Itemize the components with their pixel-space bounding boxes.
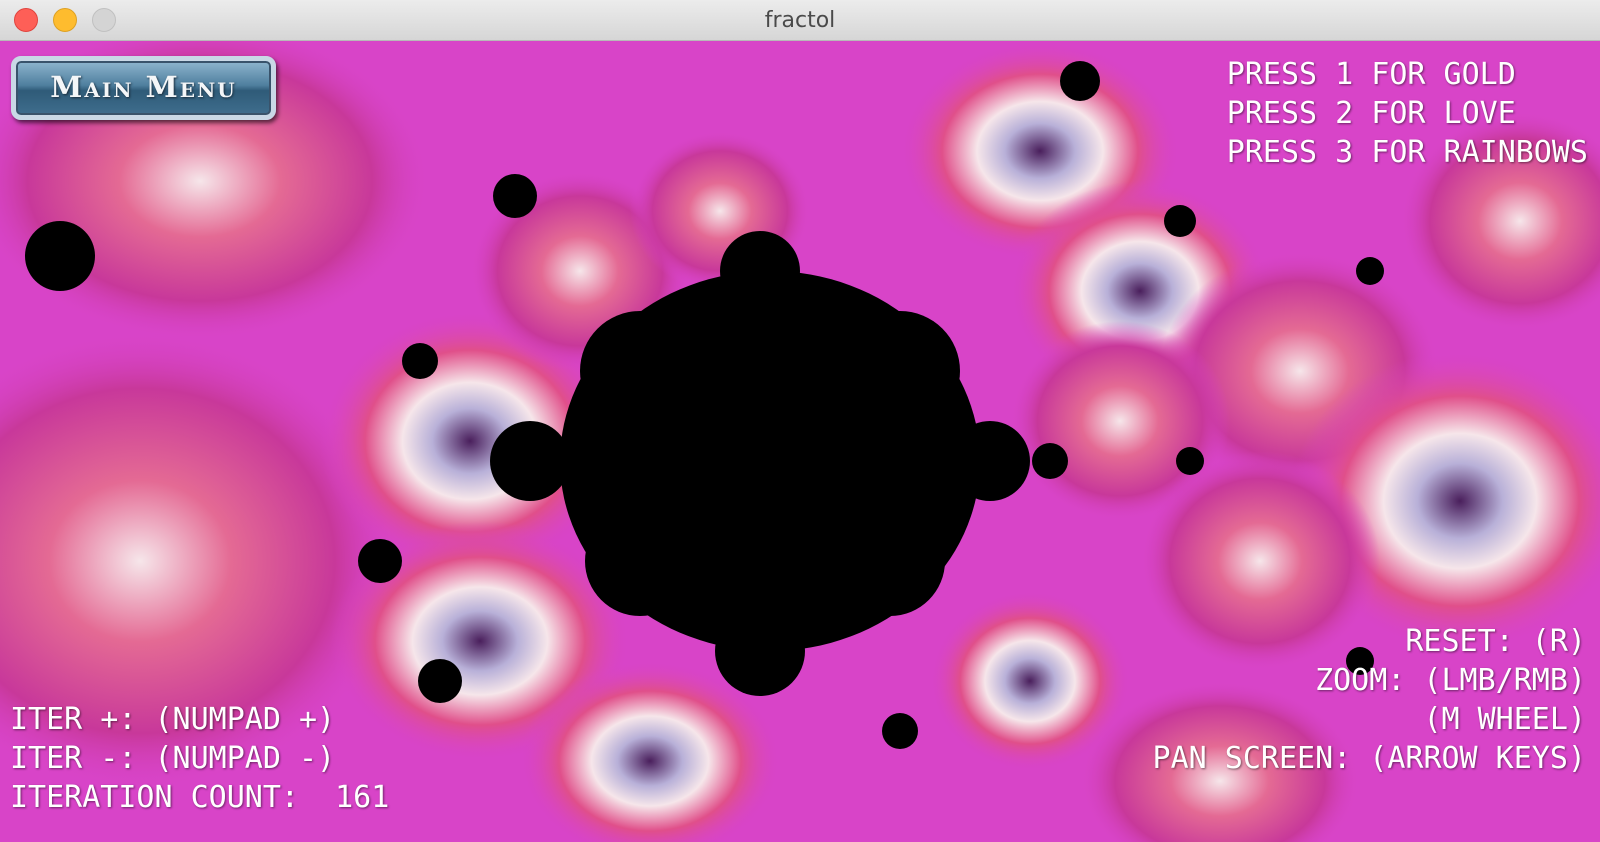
- mouse-wheel-hint: (M WHEEL): [1423, 702, 1586, 737]
- iter-minus-hint: ITER -: (NUMPAD -): [10, 741, 336, 776]
- color-hints: PRESS 1 FOR GOLD PRESS 2 FOR LOVE PRESS 3 …: [1227, 55, 1588, 172]
- iter-plus-hint: ITER +: (NUMPAD +): [10, 702, 336, 737]
- navigation-controls: RESET: (R) ZOOM: (LMB/RMB) (M WHEEL) PAN SC…: [1153, 622, 1586, 778]
- fractal-canvas[interactable]: Main Menu PRESS 1 FOR GOLD PRESS 2 FOR LO…: [0, 41, 1600, 842]
- pan-hint: PAN SCREEN: (ARROW KEYS): [1152, 741, 1586, 776]
- app-window: fractol Main Menu PRESS 1 FOR GOLD PRESS…: [0, 0, 1600, 842]
- reset-hint: RESET: (R): [1405, 624, 1586, 659]
- window-title: fractol: [764, 8, 836, 33]
- main-menu-button[interactable]: Main Menu: [11, 56, 276, 120]
- color-hint-gold: PRESS 1 FOR GOLD: [1226, 57, 1516, 92]
- iteration-controls: ITER +: (NUMPAD +) ITER -: (NUMPAD -) ITER…: [10, 700, 389, 817]
- color-hint-love: PRESS 2 FOR LOVE: [1226, 96, 1516, 131]
- color-hint-rainbows: PRESS 3 FOR RAINBOWS: [1226, 135, 1588, 170]
- title-bar[interactable]: fractol: [0, 0, 1600, 41]
- iteration-count: ITERATION COUNT: 161: [10, 780, 390, 815]
- zoom-hint: ZOOM: (LMB/RMB): [1315, 663, 1586, 698]
